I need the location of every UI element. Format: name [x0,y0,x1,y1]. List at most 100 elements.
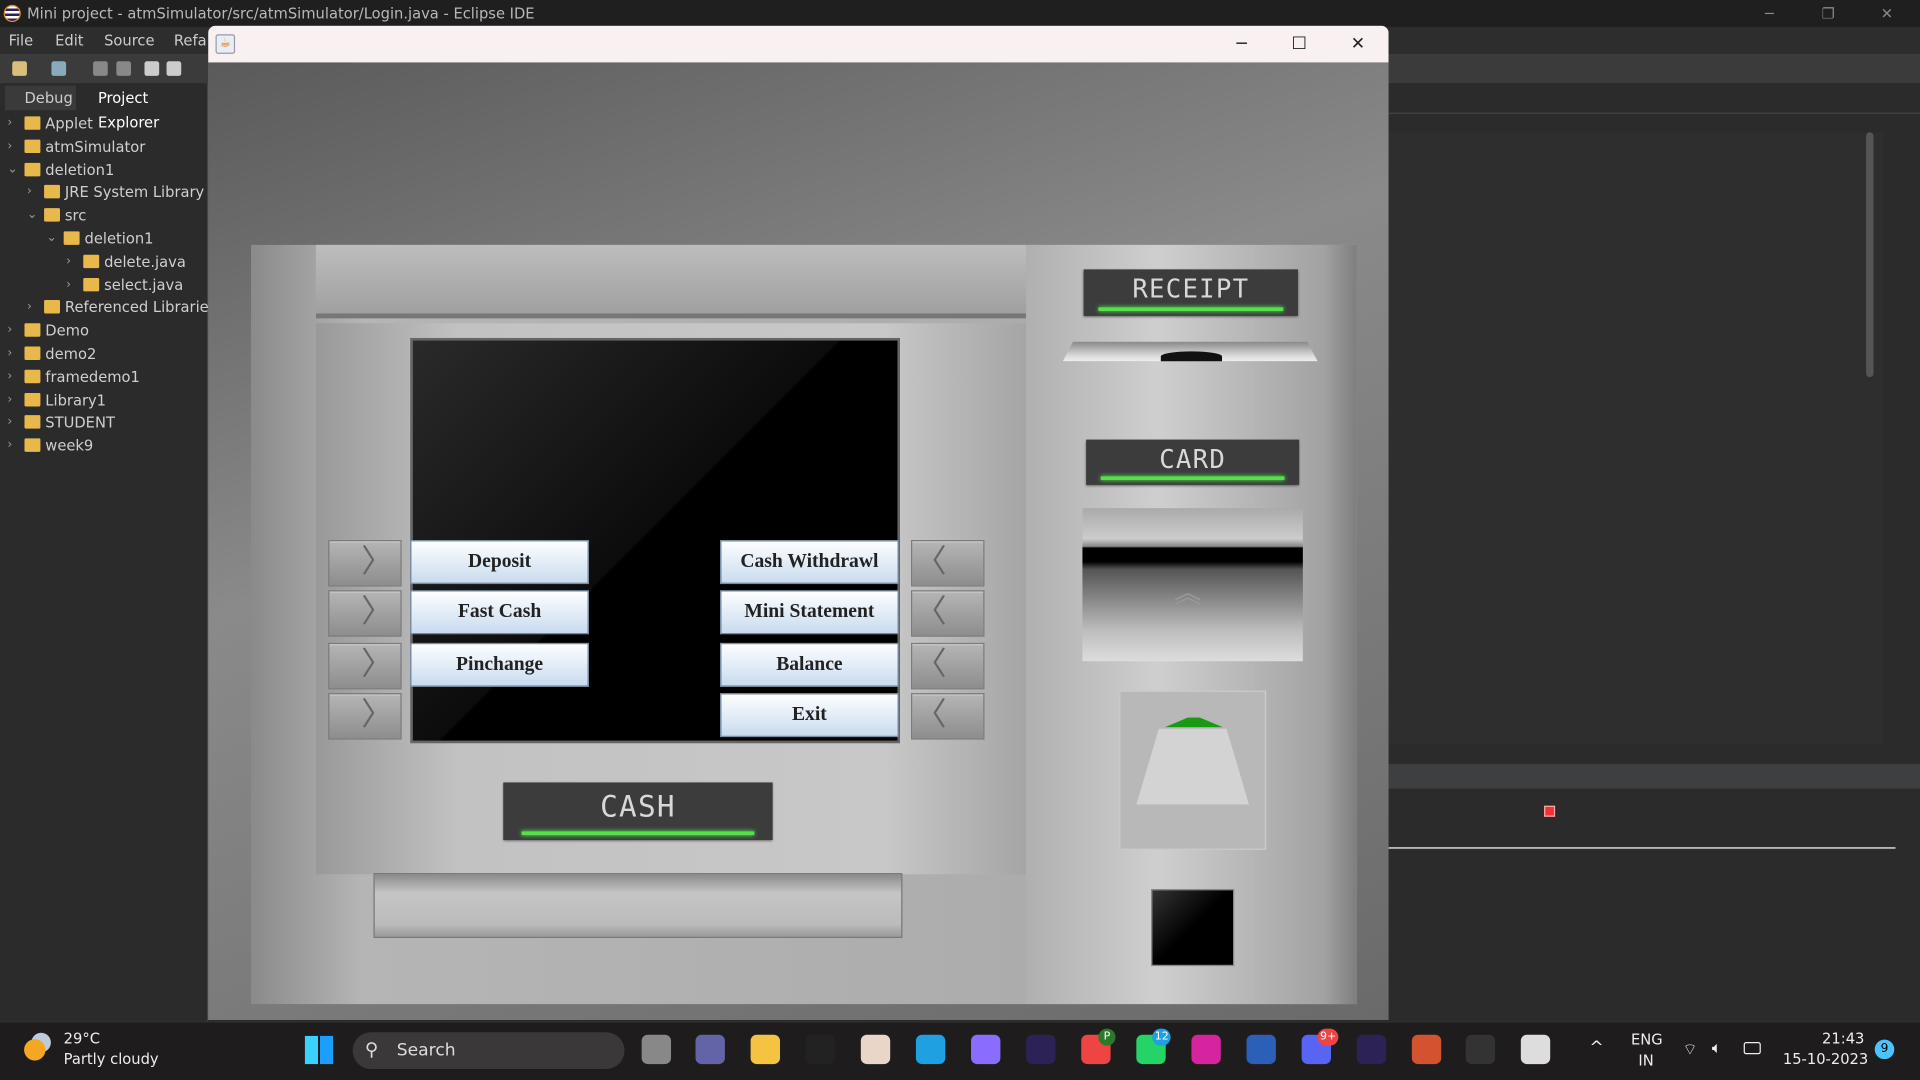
edge-icon[interactable] [915,1034,946,1065]
atm-window: ☕ ─ ☐ ✕ 〉〈〉〈〉〈〉〈 Deposit Fast Cash Pinch… [208,25,1389,1021]
ide-minimize-button[interactable]: ─ [1741,0,1797,27]
left-side-key-4[interactable]: 〉 [328,693,402,740]
deposit-button[interactable]: Deposit [410,540,589,585]
balance-button[interactable]: Balance [720,642,899,687]
clock-time[interactable]: 21:43 [1822,1030,1864,1047]
tree-item-label: Applet [45,115,93,133]
chevron-right-icon[interactable]: › [7,136,12,158]
tab-debug[interactable]: Debug [4,85,76,111]
tree-item-label: deletion1 [84,230,154,248]
receipt-indicator [1098,307,1283,312]
undo-icon[interactable] [144,61,160,76]
menu-edit[interactable]: Edit [55,27,83,54]
save-all-icon[interactable] [116,61,132,76]
search-box[interactable]: ⚲ Search [352,1032,625,1069]
new-icon[interactable] [12,61,27,76]
weather-desc[interactable]: Partly cloudy [64,1051,159,1068]
exit-button[interactable]: Exit [720,693,899,738]
terminal-icon[interactable] [1465,1034,1496,1065]
clock-date[interactable]: 15-10-2023 [1783,1051,1868,1068]
folder-icon [24,346,41,361]
atm-minimize-button[interactable]: ─ [1213,26,1269,63]
menu-file[interactable]: File [9,27,34,54]
left-side-key-1[interactable]: 〉 [328,540,402,587]
tree-item-label: STUDENT [45,414,115,432]
tab-debug-label: Debug [24,89,73,107]
valorant-icon[interactable] [805,1034,836,1065]
tree-item-label: Demo [45,322,89,340]
fast-cash-button[interactable]: Fast Cash [410,590,589,635]
right-side-key-4[interactable]: 〈 [911,693,985,740]
folder-icon [83,277,100,291]
chevron-right-icon[interactable]: › [27,297,32,319]
card-indicator [1101,476,1285,481]
tree-item-label: deletion1 [45,161,115,179]
editor-scrollbar[interactable] [1866,132,1874,378]
atm-maximize-button[interactable]: ☐ [1271,26,1327,63]
chevron-right-icon[interactable]: › [27,182,32,204]
chevron-right-icon[interactable]: › [7,343,12,365]
chevron-down-icon[interactable]: ⌄ [7,159,17,181]
folder-icon [63,231,80,245]
ide-restore-button[interactable]: ❐ [1800,0,1856,27]
language-indicator[interactable]: ENG [1631,1031,1663,1048]
word-icon[interactable] [1246,1034,1276,1065]
powerpoint-icon[interactable] [1411,1034,1442,1065]
camera-panel [1151,888,1235,967]
chevron-down-icon[interactable]: ⌄ [27,205,37,227]
notification-badge[interactable]: 9 [1874,1039,1895,1060]
right-side-key-2[interactable]: 〈 [911,590,985,637]
chevron-down-icon[interactable]: ⌄ [47,228,57,250]
left-side-key-2[interactable]: 〉 [328,590,402,637]
card-label-panel: CARD [1086,439,1300,485]
ide-close-button[interactable]: ✕ [1859,0,1915,27]
editor-area [1388,83,1920,1022]
menu-source[interactable]: Source [104,27,154,54]
tab-project-explorer[interactable]: Project Explorer [78,86,208,131]
terminate-icon[interactable] [1544,805,1556,817]
atm-close-button[interactable]: ✕ [1330,26,1386,63]
teams-icon[interactable] [695,1034,725,1065]
anime-app-icon[interactable] [860,1034,891,1065]
chevron-right-icon[interactable]: › [66,251,71,273]
weather-icon[interactable] [22,1032,54,1062]
chevron-right-icon[interactable]: › [7,320,12,342]
redo-icon[interactable] [166,61,182,76]
chevron-right-icon[interactable]: › [7,389,12,411]
weather-temp[interactable]: 29°C [64,1030,100,1047]
right-side-key-1[interactable]: 〈 [911,540,985,587]
start-button[interactable] [304,1035,334,1065]
battery-icon[interactable] [1743,1042,1761,1055]
volume-icon[interactable]: 🔈︎ [1712,1040,1722,1058]
cash-label: CASH [600,789,676,825]
eclipse-icon [3,4,21,23]
file-explorer-icon[interactable] [750,1034,781,1065]
left-side-key-3[interactable]: 〉 [328,642,402,690]
java-taskbar-icon[interactable] [1520,1034,1551,1065]
region-indicator[interactable]: IN [1638,1052,1653,1069]
instagram-icon[interactable] [1191,1034,1221,1065]
tree-item-label: Referenced Libraries [64,299,217,317]
wifi-icon[interactable]: ⌔ [1682,1040,1697,1059]
chevron-right-icon[interactable]: › [66,274,71,296]
eclipse-taskbar-icon-2[interactable] [1356,1034,1387,1065]
cash-withdrawl-button[interactable]: Cash Withdrawl [720,540,899,585]
chevron-right-icon[interactable]: › [7,366,12,388]
menu-refactor[interactable]: Refa [174,27,207,54]
chevron-right-icon[interactable]: › [7,435,12,457]
new-project-icon[interactable] [51,61,67,76]
tree-item-label: week9 [45,437,94,455]
chevron-up-icon: ︽ [1174,579,1202,610]
proton-vpn-icon[interactable] [971,1034,1001,1065]
show-hidden-icons[interactable]: ^ [1589,1038,1603,1058]
mini-statement-button[interactable]: Mini Statement [720,590,899,635]
eclipse-taskbar-icon[interactable] [1026,1034,1056,1065]
right-side-key-3[interactable]: 〈 [911,642,985,690]
save-icon[interactable] [93,61,108,76]
folder-icon [24,323,41,337]
chevron-right-icon[interactable]: › [7,113,12,135]
console-pane [1388,847,1896,975]
pinchange-button[interactable]: Pinchange [410,642,589,687]
task-view-icon[interactable] [641,1034,672,1065]
chevron-right-icon[interactable]: › [7,412,12,434]
